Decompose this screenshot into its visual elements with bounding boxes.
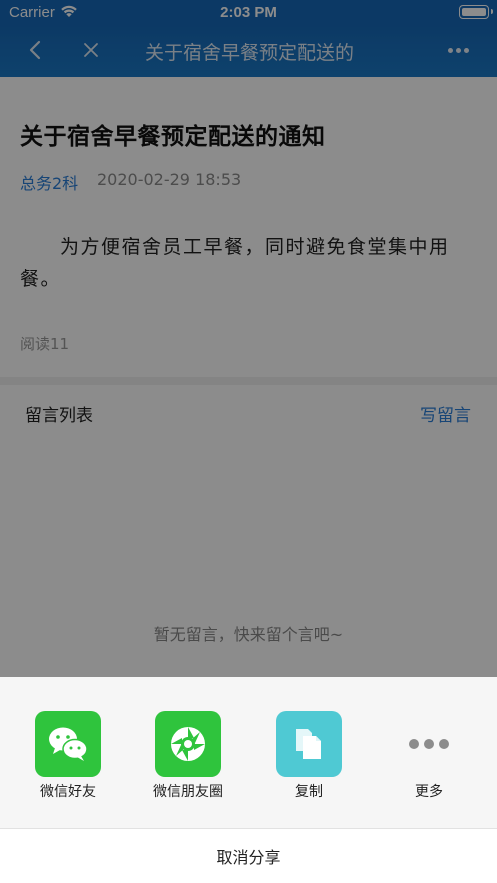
share-item-label: 更多 — [415, 784, 443, 800]
moments-icon — [155, 711, 221, 777]
share-moments-button[interactable]: 微信朋友圈 — [138, 711, 238, 811]
more-icon — [396, 711, 462, 777]
dim-overlay[interactable] — [0, 0, 497, 677]
share-item-label: 复制 — [295, 784, 323, 800]
share-copy-button[interactable]: 复制 — [259, 711, 359, 811]
wechat-icon — [35, 711, 101, 777]
cancel-share-row: 取消分享 — [0, 828, 497, 883]
copy-icon — [276, 711, 342, 777]
share-item-label: 微信好友 — [40, 784, 96, 800]
share-sheet: 微信好友 微信朋友圈 复制 更多 取消分享 — [0, 677, 497, 883]
cancel-share-button[interactable]: 取消分享 — [0, 829, 497, 883]
share-wechat-friend-button[interactable]: 微信好友 — [18, 711, 118, 811]
share-more-button[interactable]: 更多 — [379, 711, 479, 811]
share-item-label: 微信朋友圈 — [153, 784, 223, 800]
